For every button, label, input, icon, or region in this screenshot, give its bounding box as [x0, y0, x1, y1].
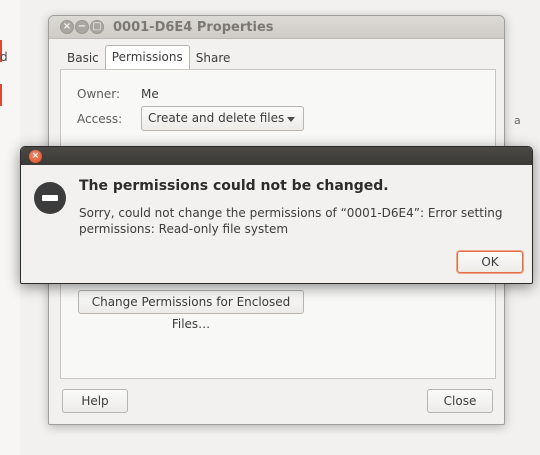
window-title: 0001-D6E4 Properties	[113, 20, 274, 35]
owner-label: Owner:	[77, 87, 121, 101]
window-minimize-icon[interactable]: −	[75, 20, 89, 34]
background-red-marker	[0, 84, 2, 106]
change-enclosed-permissions-button[interactable]: Change Permissions for Enclosed Files…	[78, 290, 304, 331]
background-text-fragment: d	[0, 50, 8, 64]
error-dialog: × The permissions could not be changed. …	[20, 146, 533, 284]
background-text-fragment-right: a	[514, 114, 521, 127]
dialog-close-icon[interactable]: ×	[29, 150, 42, 163]
tab-permissions[interactable]: Permissions	[104, 45, 190, 70]
window-maximize-icon[interactable]: □	[90, 20, 104, 34]
background-app-left: d	[0, 0, 20, 455]
tab-share[interactable]: Share	[190, 48, 237, 70]
dialog-titlebar[interactable]: ×	[21, 147, 532, 165]
access-dropdown-value: Create and delete files	[148, 111, 285, 125]
error-stop-icon	[34, 182, 66, 214]
owner-value: Me	[141, 87, 159, 101]
help-button[interactable]: Help	[62, 389, 128, 413]
tab-bar: Basic Permissions Share	[61, 45, 237, 70]
window-close-icon[interactable]: ×	[60, 20, 74, 34]
close-button[interactable]: Close	[427, 389, 493, 413]
access-dropdown[interactable]: Create and delete files	[141, 106, 304, 131]
chevron-down-icon	[287, 117, 295, 122]
ok-button[interactable]: OK	[457, 251, 523, 273]
dialog-heading: The permissions could not be changed.	[79, 178, 389, 194]
window-titlebar[interactable]: × − □ 0001-D6E4 Properties	[49, 16, 504, 39]
tab-basic[interactable]: Basic	[61, 48, 105, 70]
dialog-message: Sorry, could not change the permissions …	[79, 206, 503, 236]
access-label: Access:	[77, 112, 123, 126]
